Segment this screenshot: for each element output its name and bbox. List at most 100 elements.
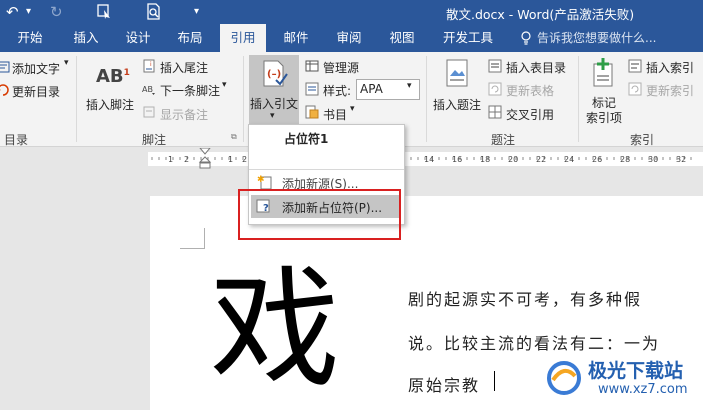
ruler-tick-label: 22 [536, 155, 546, 164]
add-text-button[interactable]: 添加文字 [12, 60, 60, 77]
undo-dropdown-icon[interactable]: ▾ [26, 2, 31, 22]
cross-reference-button[interactable]: 交叉引用 [506, 106, 554, 123]
style-select[interactable]: APA ▾ [356, 79, 420, 100]
bibliography-button[interactable]: 书目 [323, 106, 347, 123]
add-text-icon [0, 61, 10, 73]
touch-mode-icon[interactable] [96, 4, 114, 20]
ab-glyph: AB [96, 66, 124, 87]
svg-text:✱: ✱ [257, 175, 265, 185]
manage-sources-icon [305, 60, 319, 72]
aurora-logo-icon [547, 361, 581, 395]
tab-insert[interactable]: 插入 [62, 24, 110, 52]
insert-footnote-icon: AB1 [96, 66, 130, 87]
redo-icon[interactable]: ↻ [50, 2, 63, 22]
ruler-tick-label: 16 [452, 155, 462, 164]
update-toc-icon [0, 84, 9, 96]
svg-text:(–): (–) [267, 69, 281, 80]
undo-icon[interactable]: ↶ [6, 2, 19, 22]
watermark-url: www.xz7.com [598, 382, 688, 397]
insert-citation-button[interactable]: (–) 插入引文 ▾ [249, 55, 299, 127]
indent-marker-icon[interactable] [198, 148, 212, 170]
tell-me-box[interactable]: 告诉我您想要做什么... [537, 24, 687, 52]
print-preview-icon[interactable] [146, 3, 162, 21]
tab-mailings[interactable]: 邮件 [272, 24, 320, 52]
insert-index-button[interactable]: 插入索引 [646, 59, 694, 76]
tab-review[interactable]: 审阅 [325, 24, 373, 52]
highlight-box [238, 189, 401, 240]
lightbulb-icon [521, 31, 531, 45]
ruler-tick-label: 14 [424, 155, 434, 164]
customize-quick-access-icon[interactable]: ▾ [194, 2, 199, 22]
ribbon-tabs: 开始 插入 设计 布局 引用 邮件 审阅 视图 开发工具 告诉我您想要做什么..… [0, 24, 703, 52]
insert-endnote-button[interactable]: 插入尾注 [160, 59, 208, 76]
ruler-tick-label: 26 [592, 155, 602, 164]
ruler-tick-label: 18 [480, 155, 490, 164]
placeholder-item[interactable]: 占位符1 [249, 125, 404, 169]
tab-references[interactable]: 引用 [220, 24, 266, 52]
bibliography-dropdown-icon[interactable]: ▾ [350, 104, 355, 114]
update-index-button[interactable]: 更新索引 [646, 82, 694, 99]
ruler-tick-label: 28 [620, 155, 630, 164]
tab-layout[interactable]: 布局 [166, 24, 214, 52]
next-footnote-button[interactable]: 下一条脚注 [160, 82, 220, 99]
ruler-tick-label: 24 [564, 155, 574, 164]
insert-index-icon [628, 59, 642, 73]
group-label-index: 索引 [630, 133, 655, 147]
tab-developer[interactable]: 开发工具 [434, 24, 502, 52]
ruler-tick-label: 1 [168, 155, 173, 164]
ruler-tick-label: 20 [508, 155, 518, 164]
svg-text:AB: AB [142, 85, 153, 94]
document-line-1: 剧的起源实不可考，有多种假 [408, 290, 643, 309]
style-select-value: APA [360, 82, 383, 96]
ruler-ticks: 121214161820222426283032 [151, 155, 692, 164]
group-label-footnotes: 脚注 [142, 133, 167, 147]
ruler-tick-label: 30 [648, 155, 658, 164]
placeholder-item-label: 占位符1 [284, 132, 329, 146]
group-separator [578, 56, 579, 142]
menu-divider [249, 169, 404, 170]
add-source-icon: ✱ [257, 175, 272, 190]
next-footnote-dropdown-icon[interactable]: ▾ [222, 80, 227, 90]
insert-citation-label: 插入引文 [250, 97, 299, 111]
window-title: 散文.docx - Word(产品激活失败) [446, 7, 635, 22]
insert-caption-button[interactable]: 插入题注 [433, 96, 481, 113]
footnote-superscript: 1 [123, 68, 130, 78]
horizontal-ruler[interactable]: 121214161820222426283032 [148, 148, 703, 169]
update-table-button[interactable]: 更新表格 [506, 82, 554, 99]
tab-home[interactable]: 开始 [6, 24, 54, 52]
insert-table-of-figures-icon [488, 59, 502, 73]
insert-citation-dropdown-icon: ▾ [270, 111, 275, 121]
insert-endnote-icon: i [143, 59, 155, 73]
watermark-name: 极光下载站 [588, 360, 684, 382]
insert-caption-icon [446, 59, 468, 87]
manage-sources-button[interactable]: 管理源 [323, 59, 359, 76]
update-index-icon [628, 82, 642, 96]
update-toc-button[interactable]: 更新目录 [12, 83, 60, 100]
title-bar: ↶ ▾ ↻ ▾ 散文.docx - Word(产品激活失败) [0, 0, 703, 24]
group-separator [243, 56, 244, 142]
next-footnote-icon: AB [142, 85, 155, 95]
add-text-dropdown-icon[interactable]: ▾ [64, 58, 69, 68]
mark-entry-line2[interactable]: 索引项 [586, 109, 622, 126]
group-separator [76, 56, 77, 142]
mark-entry-icon [593, 58, 613, 87]
cross-reference-icon [488, 105, 502, 119]
style-label: 样式: [323, 84, 352, 98]
insert-footnote-button[interactable]: 插入脚注 [86, 96, 134, 113]
tab-view[interactable]: 视图 [378, 24, 426, 52]
group-label-captions: 题注 [491, 133, 516, 147]
insert-table-of-figures-button[interactable]: 插入表目录 [506, 59, 566, 76]
style-select-chevron-icon: ▾ [407, 81, 412, 91]
tab-design[interactable]: 设计 [114, 24, 162, 52]
document-line-2: 说。比较主流的看法有二：一为 [408, 334, 661, 353]
insert-citation-icon: (–) [263, 60, 288, 87]
ruler-tick-label: 32 [676, 155, 686, 164]
watermark-logo: 极光下载站 www.xz7.com [540, 352, 703, 410]
show-notes-button[interactable]: 显示备注 [160, 106, 208, 123]
footnote-dialog-launcher-icon[interactable]: ⧉ [231, 132, 237, 142]
group-label-toc: 目录 [4, 133, 29, 147]
text-cursor [494, 371, 495, 391]
drop-cap-character: 戏 [210, 253, 341, 405]
group-separator [426, 56, 427, 142]
margin-corner-marker [180, 228, 205, 249]
